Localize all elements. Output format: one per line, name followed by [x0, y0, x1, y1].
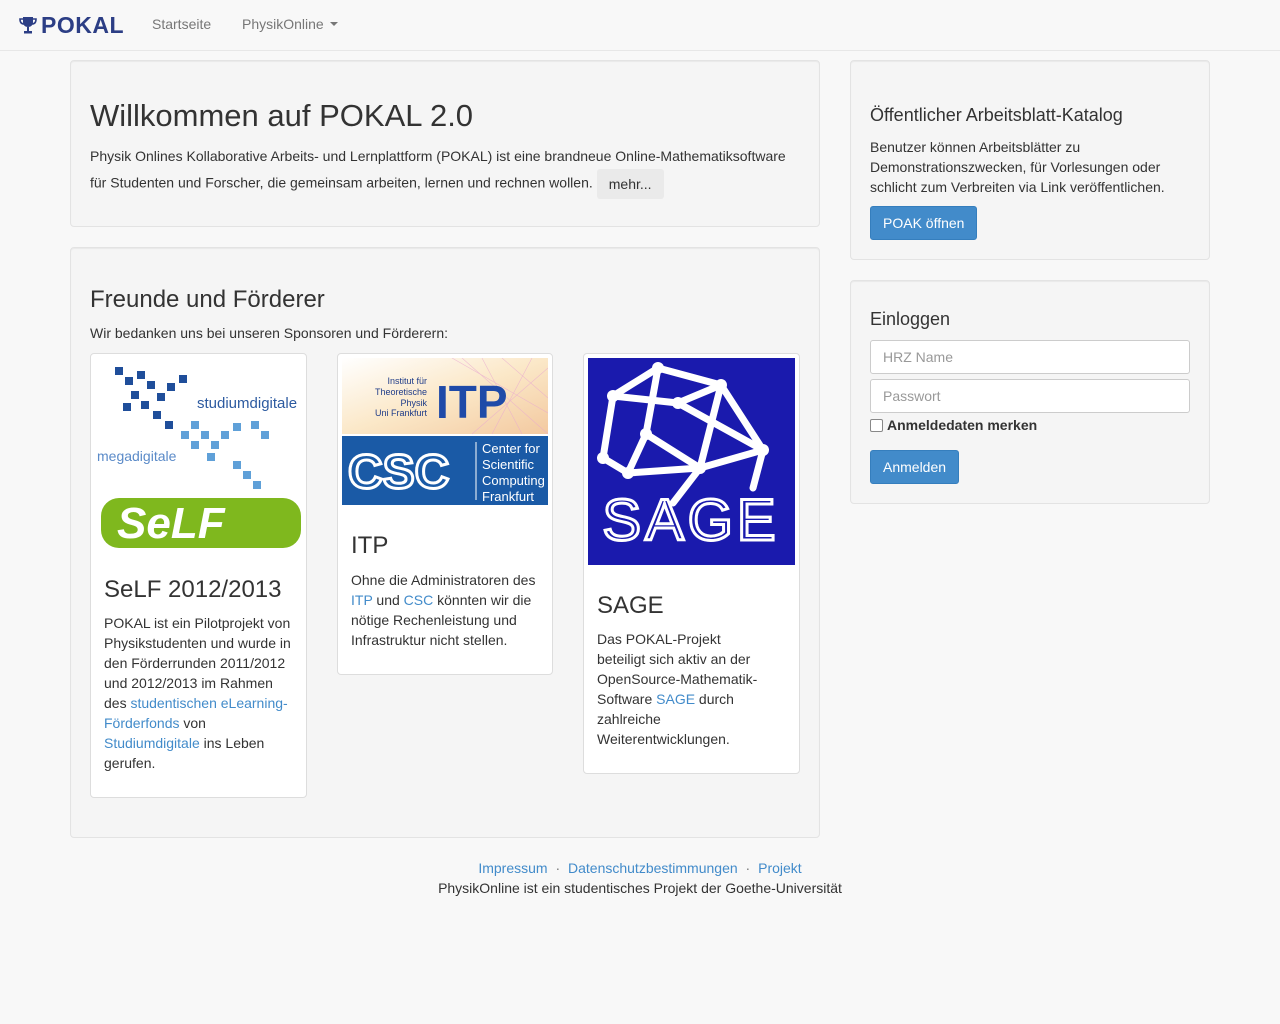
trophy-icon	[19, 17, 37, 34]
catalog-panel: Öffentlicher Arbeitsblatt-Katalog Benutz…	[850, 60, 1210, 260]
remember-me[interactable]: Anmeldedaten merken	[870, 417, 1037, 433]
remember-checkbox[interactable]	[870, 418, 883, 432]
megadigitale-logo-text: megadigitale	[97, 448, 177, 464]
friends-panel: Freunde und Förderer Wir bedanken uns be…	[70, 247, 820, 838]
sage-text: Das POKAL-Projekt beteiligt sich aktiv a…	[597, 629, 772, 749]
sponsor-card-sage: SAGE SAGE Das POKAL-Projekt beteiligt si…	[583, 353, 800, 774]
login-panel: Einloggen Anmeldedaten merken Anmelden	[850, 280, 1210, 504]
chevron-down-icon	[329, 22, 338, 26]
catalog-title: Öffentlicher Arbeitsblatt-Katalog	[870, 105, 1123, 125]
itp-text: Ohne die Administratoren des ITP und CSC…	[351, 570, 541, 650]
friends-intro: Wir bedanken uns bei unseren Sponsoren u…	[90, 325, 448, 341]
itp-csc-logo[interactable]: Institut für Theoretische Physik Uni Fra…	[342, 358, 548, 505]
sage-title: SAGE	[597, 592, 664, 619]
welcome-text: Physik Onlines Kollaborative Arbeits- un…	[90, 143, 802, 199]
sponsor-card-itp: Institut für Theoretische Physik Uni Fra…	[337, 353, 553, 675]
studiumdigitale-logo-text: studiumdigitale	[197, 395, 297, 412]
impressum-link[interactable]: Impressum	[478, 860, 547, 876]
sponsor-card-self: studiumdigitale megadigitale SeLF SeLF 2…	[90, 353, 307, 798]
nav-startseite[interactable]: Startseite	[152, 16, 211, 32]
sage-logo-text: SAGE	[602, 488, 779, 553]
sage-logo[interactable]: SAGE	[588, 358, 795, 565]
studiumdigitale-link[interactable]: Studiumdigitale	[104, 735, 200, 751]
self-text: POKAL ist ein Pilotprojekt von Physikstu…	[104, 613, 294, 773]
sage-link[interactable]: SAGE	[656, 691, 695, 707]
itp-title: ITP	[351, 532, 389, 559]
more-button[interactable]: mehr...	[596, 169, 664, 199]
footer-separator: ·	[555, 860, 561, 876]
csc-link[interactable]: CSC	[404, 592, 434, 608]
footer-separator: ·	[745, 860, 751, 876]
itp-logo-text-3: Physik	[400, 398, 427, 408]
username-input[interactable]	[870, 340, 1190, 374]
csc-logo-text-2: Scientific	[482, 457, 535, 472]
itp-logo-text-4: Uni Frankfurt	[375, 408, 428, 418]
projekt-link[interactable]: Projekt	[758, 860, 802, 876]
password-input[interactable]	[870, 379, 1190, 413]
nav-physikonline-dropdown[interactable]: PhysikOnline	[242, 16, 338, 32]
welcome-title: Willkommen auf POKAL 2.0	[90, 98, 474, 133]
nav-physikonline-label: PhysikOnline	[242, 16, 324, 32]
brand-text: POKAL	[41, 11, 124, 38]
welcome-panel: Willkommen auf POKAL 2.0 Physik Onlines …	[70, 60, 820, 227]
csc-logo-text-1: Center for	[482, 441, 540, 456]
csc-logo-text-4: Frankfurt	[482, 489, 534, 504]
footer-links: Impressum · Datenschutzbestimmungen · Pr…	[0, 860, 1280, 876]
catalog-text: Benutzer können Arbeitsblätter zu Demons…	[870, 139, 1165, 195]
open-poak-button[interactable]: POAK öffnen	[870, 206, 978, 240]
itp-link[interactable]: ITP	[351, 592, 373, 608]
itp-logo-mark: ITP	[436, 376, 508, 428]
brand-logo[interactable]: POKAL	[18, 12, 124, 38]
self-text-part: von	[179, 715, 206, 731]
itp-text-part: Ohne die Administratoren des	[351, 572, 536, 588]
itp-text-part: und	[372, 592, 404, 608]
datenschutz-link[interactable]: Datenschutzbestimmungen	[568, 860, 738, 876]
friends-title: Freunde und Förderer	[90, 286, 325, 313]
self-logo-text: SeLF	[117, 499, 226, 548]
login-title: Einloggen	[870, 309, 951, 329]
self-logo[interactable]: studiumdigitale megadigitale SeLF	[95, 358, 302, 553]
remember-label: Anmeldedaten merken	[887, 417, 1038, 433]
footer-note: PhysikOnline ist ein studentisches Proje…	[438, 880, 842, 896]
login-button[interactable]: Anmelden	[870, 450, 960, 484]
navbar: POKAL Startseite PhysikOnline	[0, 0, 1280, 51]
welcome-description: Physik Onlines Kollaborative Arbeits- un…	[90, 148, 786, 191]
self-title: SeLF 2012/2013	[104, 576, 282, 603]
csc-logo-text-3: Computing	[482, 473, 545, 488]
itp-logo-text-1: Institut für	[387, 376, 427, 386]
csc-logo-mark: CSC	[348, 446, 449, 499]
itp-logo-text-2: Theoretische	[375, 387, 427, 397]
